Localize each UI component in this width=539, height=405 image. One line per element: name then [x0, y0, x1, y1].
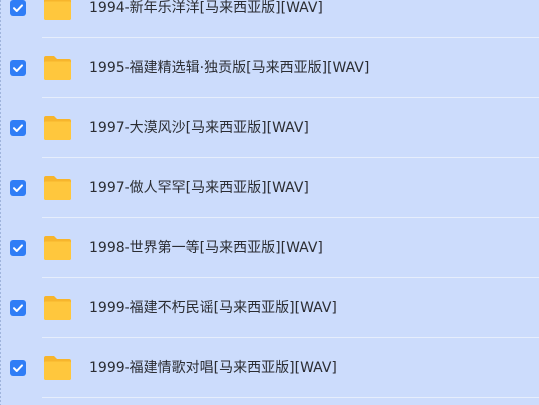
folder-icon [44, 0, 71, 20]
checkbox-checked-icon[interactable] [10, 60, 26, 76]
checkbox-checked-icon[interactable] [10, 360, 26, 376]
folder-icon [44, 116, 71, 140]
file-name: 1995-福建精选辑·独贡版[马来西亚版][WAV] [89, 60, 370, 76]
folder-icon [44, 236, 71, 260]
file-row[interactable]: 1994-新年乐洋洋[马来西亚版][WAV] [0, 0, 539, 38]
file-row[interactable]: 1999-福建情歌对唱[马来西亚版][WAV] [0, 338, 539, 398]
folder-icon [44, 176, 71, 200]
file-row[interactable]: 1998-世界第一等[马来西亚版][WAV] [0, 218, 539, 278]
file-name: 1994-新年乐洋洋[马来西亚版][WAV] [89, 0, 323, 16]
checkbox-checked-icon[interactable] [10, 120, 26, 136]
file-row[interactable]: 1995-福建精选辑·独贡版[马来西亚版][WAV] [0, 38, 539, 98]
file-name: 1998-世界第一等[马来西亚版][WAV] [89, 240, 323, 256]
checkbox-checked-icon[interactable] [10, 180, 26, 196]
file-name: 1999-福建情歌对唱[马来西亚版][WAV] [89, 360, 337, 376]
file-name: 1997-做人罕罕[马来西亚版][WAV] [89, 180, 309, 196]
file-name: 1997-大漠风沙[马来西亚版][WAV] [89, 120, 309, 136]
row-divider [42, 397, 539, 398]
folder-icon [44, 296, 71, 320]
file-row[interactable]: 1997-做人罕罕[马来西亚版][WAV] [0, 158, 539, 218]
file-row[interactable]: 1997-大漠风沙[马来西亚版][WAV] [0, 98, 539, 158]
checkbox-checked-icon[interactable] [10, 0, 26, 16]
checkbox-checked-icon[interactable] [10, 300, 26, 316]
checkbox-checked-icon[interactable] [10, 240, 26, 256]
file-row[interactable]: 1999-福建不朽民谣[马来西亚版][WAV] [0, 278, 539, 338]
folder-icon [44, 56, 71, 80]
folder-icon [44, 356, 71, 380]
file-name: 1999-福建不朽民谣[马来西亚版][WAV] [89, 300, 337, 316]
file-list: 1994-新年乐洋洋[马来西亚版][WAV] 1995-福建精选辑·独贡版[马来… [0, 0, 539, 398]
